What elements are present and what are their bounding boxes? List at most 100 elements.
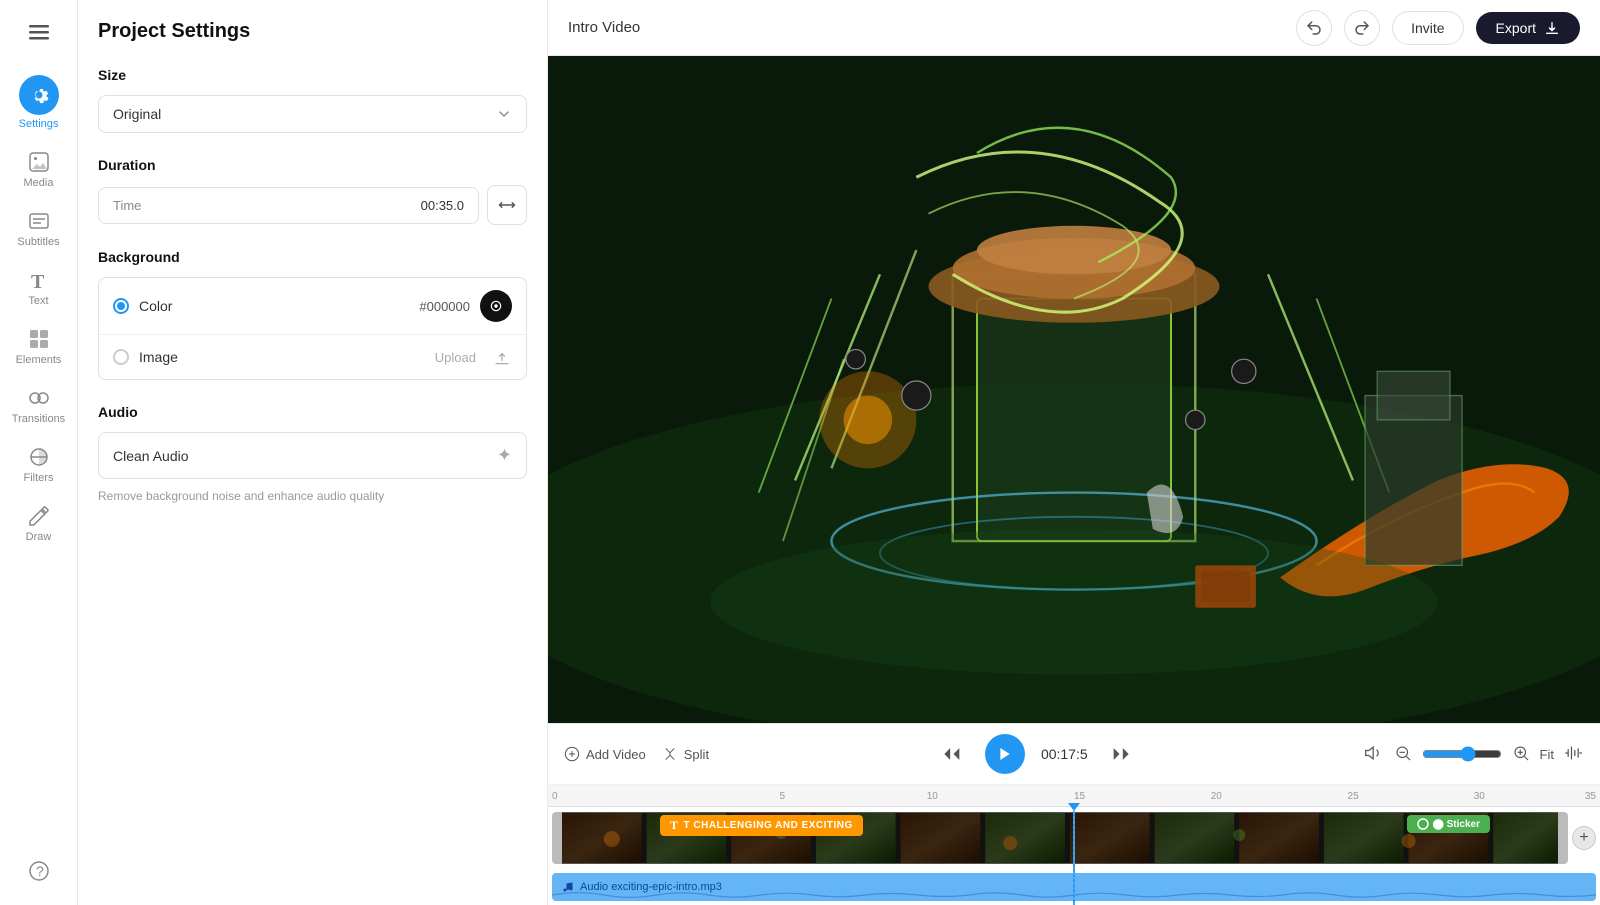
color-value-display: #000000 bbox=[419, 299, 470, 314]
split-button[interactable]: Split bbox=[662, 746, 709, 762]
duration-time-value: 00:35.0 bbox=[421, 198, 464, 213]
project-title: Intro Video bbox=[568, 19, 1280, 36]
sidebar-item-subtitles-label: Subtitles bbox=[17, 236, 59, 248]
undo-button[interactable] bbox=[1296, 10, 1332, 46]
timeline-scroll-area: 0 5 10 15 20 25 30 35 T T CHALLENGING AN… bbox=[548, 785, 1600, 905]
zoom-in-button[interactable] bbox=[1512, 744, 1530, 765]
audio-section-title: Audio bbox=[98, 404, 527, 420]
play-button[interactable] bbox=[985, 734, 1025, 774]
zoom-out-button[interactable] bbox=[1394, 744, 1412, 765]
sidebar-item-settings-label: Settings bbox=[19, 118, 59, 130]
ruler-mark-20: 20 bbox=[1211, 791, 1222, 802]
video-scene-svg bbox=[548, 56, 1600, 723]
duration-time-label: Time bbox=[113, 198, 141, 213]
add-video-label: Add Video bbox=[586, 747, 646, 762]
duration-section: Duration Time 00:35.0 bbox=[98, 157, 527, 225]
background-options: Color #000000 Image Upload bbox=[98, 277, 527, 380]
timeline-controls: Add Video Split bbox=[548, 724, 1600, 785]
hamburger-button[interactable] bbox=[19, 12, 59, 57]
duration-section-title: Duration bbox=[98, 157, 527, 173]
rewind-button[interactable] bbox=[933, 736, 969, 772]
text-badge-label: T CHALLENGING AND EXCITING bbox=[684, 820, 853, 831]
undo-icon bbox=[1305, 19, 1323, 37]
zoom-in-icon bbox=[1512, 744, 1530, 762]
ruler-mark-30: 30 bbox=[1474, 791, 1485, 802]
track-container: T T CHALLENGING AND EXCITING ⬤ Sticker bbox=[548, 807, 1600, 905]
sticker-track-badge[interactable]: ⬤ Sticker bbox=[1407, 815, 1490, 833]
add-video-icon bbox=[564, 746, 580, 762]
clean-audio-label: Clean Audio bbox=[113, 448, 189, 464]
image-radio-button[interactable] bbox=[113, 349, 129, 365]
sidebar-item-filters-label: Filters bbox=[24, 472, 54, 484]
background-section-title: Background bbox=[98, 249, 527, 265]
invite-button[interactable]: Invite bbox=[1392, 11, 1463, 45]
redo-icon bbox=[1353, 19, 1371, 37]
waveform-button[interactable] bbox=[1564, 743, 1584, 766]
sidebar-item-media[interactable]: Media bbox=[0, 140, 77, 199]
timeline-ruler: 0 5 10 15 20 25 30 35 bbox=[548, 785, 1600, 807]
background-image-option[interactable]: Image Upload bbox=[99, 334, 526, 379]
size-select[interactable]: Original bbox=[98, 95, 527, 133]
sidebar-item-settings[interactable]: Settings bbox=[0, 65, 77, 140]
background-section: Background Color #000000 Image Upload bbox=[98, 249, 527, 380]
ruler-mark-35: 35 bbox=[1585, 791, 1596, 802]
zoom-slider[interactable] bbox=[1422, 746, 1502, 762]
add-track-button[interactable]: + bbox=[1572, 826, 1596, 850]
audio-track[interactable]: Audio exciting-epic-intro.mp3 bbox=[552, 873, 1596, 901]
sidebar-item-filters[interactable]: Filters bbox=[0, 435, 77, 494]
time-display: 00:17:5 bbox=[1041, 746, 1088, 762]
fast-forward-icon bbox=[1112, 744, 1132, 764]
export-label: Export bbox=[1496, 20, 1536, 36]
clean-audio-box[interactable]: Clean Audio ✦ bbox=[98, 432, 527, 479]
settings-panel: Project Settings Size Original Duration … bbox=[78, 0, 548, 905]
sidebar-item-help[interactable]: ? bbox=[0, 849, 77, 893]
ruler-mark-5: 5 bbox=[779, 791, 785, 802]
sidebar-item-elements[interactable]: Elements bbox=[0, 317, 77, 376]
svg-text:T: T bbox=[31, 271, 45, 292]
duration-row: Time 00:35.0 bbox=[98, 185, 527, 225]
waveform-icon bbox=[1564, 743, 1584, 763]
ruler-mark-0: 0 bbox=[552, 791, 558, 802]
video-preview bbox=[548, 56, 1600, 723]
redo-button[interactable] bbox=[1344, 10, 1380, 46]
size-select-value: Original bbox=[113, 106, 161, 122]
audio-waveform bbox=[552, 889, 1596, 901]
fit-button[interactable]: Fit bbox=[1540, 747, 1554, 762]
sidebar-item-subtitles[interactable]: Subtitles bbox=[0, 199, 77, 258]
size-section-title: Size bbox=[98, 67, 527, 83]
text-track-badge[interactable]: T T CHALLENGING AND EXCITING bbox=[660, 815, 863, 836]
volume-button[interactable] bbox=[1364, 743, 1384, 766]
background-color-option[interactable]: Color #000000 bbox=[99, 278, 526, 334]
export-button[interactable]: Export bbox=[1476, 12, 1580, 44]
track-right-handle[interactable] bbox=[1558, 812, 1568, 864]
top-bar-actions: Invite Export bbox=[1296, 10, 1580, 46]
image-upload-button[interactable]: Upload bbox=[435, 350, 476, 365]
sidebar-item-transitions[interactable]: Transitions bbox=[0, 376, 77, 435]
settings-icon-circle bbox=[19, 75, 59, 115]
track-left-handle[interactable] bbox=[552, 812, 562, 864]
fast-forward-button[interactable] bbox=[1104, 736, 1140, 772]
sidebar-item-text[interactable]: T Text bbox=[0, 258, 77, 317]
ruler-mark-25: 25 bbox=[1348, 791, 1359, 802]
neon-scene bbox=[548, 56, 1600, 723]
sidebar-item-elements-label: Elements bbox=[16, 354, 62, 366]
add-video-button[interactable]: Add Video bbox=[564, 746, 646, 762]
right-controls: Fit bbox=[1364, 743, 1584, 766]
export-icon bbox=[1544, 20, 1560, 36]
color-option-label: Color bbox=[139, 298, 409, 314]
sparkle-icon: ✦ bbox=[497, 445, 512, 466]
volume-icon bbox=[1364, 743, 1384, 763]
duration-input[interactable]: Time 00:35.0 bbox=[98, 187, 479, 224]
play-icon bbox=[997, 746, 1013, 762]
duration-expand-button[interactable] bbox=[487, 185, 527, 225]
sidebar-item-draw-label: Draw bbox=[26, 531, 52, 543]
sidebar-item-transitions-label: Transitions bbox=[12, 413, 65, 425]
zoom-out-icon bbox=[1394, 744, 1412, 762]
upload-icon bbox=[492, 347, 512, 367]
sidebar-item-media-label: Media bbox=[24, 177, 54, 189]
sticker-badge-label: ⬤ Sticker bbox=[1433, 819, 1480, 830]
color-picker-button[interactable] bbox=[480, 290, 512, 322]
sidebar-item-draw[interactable]: Draw bbox=[0, 494, 77, 553]
color-radio-button[interactable] bbox=[113, 298, 129, 314]
icon-sidebar: Settings Media Subtitles T Text Elements bbox=[0, 0, 78, 905]
